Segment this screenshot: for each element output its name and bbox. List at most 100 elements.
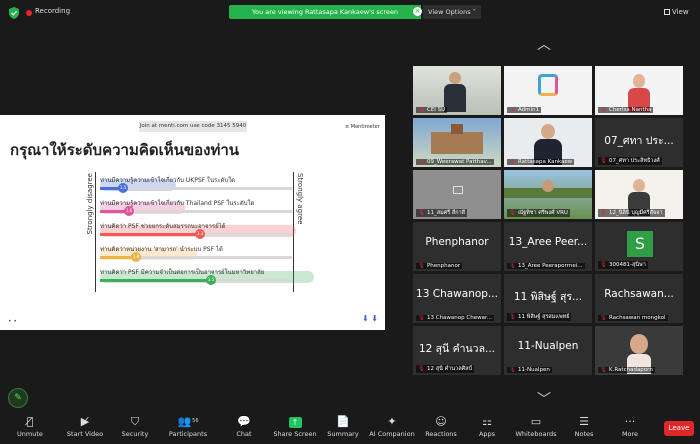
slide-title: กรุณาให้ระดับความคิดเห็นของท่าน xyxy=(10,141,240,159)
participant-name: 12_นิลินี บุญมีศรีสัจจา xyxy=(608,210,663,216)
mic-muted-icon: 🎙 xyxy=(509,159,516,165)
participant-tile[interactable]: 🎙 Cherlsa Nantha xyxy=(595,66,683,115)
mic-muted-icon: 🎙 xyxy=(509,263,516,269)
participant-display-name: 11 พิสิษฐ์ สุร... xyxy=(513,291,583,303)
participant-tile[interactable]: S 🎙 300481-สุนิษา xyxy=(595,222,683,271)
statement-row: ท่านคิดว่าหน่วยงาน 'สามารถ' นำระบบ PSF ไ… xyxy=(100,244,292,264)
chevron-up-icon[interactable]: ︿ xyxy=(537,34,551,54)
scale-fill xyxy=(100,279,212,282)
participant-tile[interactable]: 🎙 Rattasapa Kankaew xyxy=(504,118,592,167)
average-marker: 1.6 xyxy=(124,206,134,216)
participant-name: Phenphanor xyxy=(426,263,461,269)
participant-name-label: 🎙 Rachsawan mongkol xyxy=(598,315,668,321)
participant-name-label: 🎙 09_Weerawat Patthav... xyxy=(416,159,494,165)
participant-name-label: 🎙 11-Nualpen xyxy=(507,367,552,373)
unmute-button[interactable]: 🎙̸ Unmute xyxy=(0,414,60,438)
mic-muted-icon: 🎙 xyxy=(509,314,516,320)
participant-tile[interactable]: 07_ศทา ประ... 🎙 07_ศทา ประสิทธิวงศ์ xyxy=(595,118,683,167)
more-icon: ··· xyxy=(624,415,636,428)
participant-name-label: 🎙 12_นิลินี บุญมีศรีสัจจา xyxy=(598,209,665,217)
meeting-toolbar: 🎙̸ Unmute ▶̸ Start Video ⛉ Security 👥56 … xyxy=(0,412,700,444)
statement-row: ท่านคิดว่า PSF มีความจำเป็นต่อการเป็นอาจ… xyxy=(100,267,314,287)
average-marker: 1.5 xyxy=(118,183,128,193)
mic-muted-icon: 🎙 xyxy=(600,210,607,216)
grid-view-icon xyxy=(664,9,670,15)
recording-dot-icon xyxy=(26,10,32,16)
viewing-banner: You are viewing Rattasapa Kankaew's scre… xyxy=(229,5,421,19)
participant-name: K.Ratchadaporn xyxy=(608,367,653,373)
mic-muted-icon: 🎙 xyxy=(509,210,516,216)
participant-tile[interactable]: 12 สุนี คำนวล... 🎙 12 สุนี คำนวลศิลป์ xyxy=(413,326,501,375)
mic-muted-icon: 🎙 xyxy=(418,210,425,216)
participant-display-name: Phenphanor xyxy=(425,236,489,248)
participant-tile[interactable]: 🎙 09_Weerawat Patthav... xyxy=(413,118,501,167)
participant-display-name: 13 Chawanop... xyxy=(416,288,498,300)
scale-track xyxy=(100,279,292,282)
mic-muted-icon: 🎙 xyxy=(509,107,516,113)
top-bar: Recording You are viewing Rattasapa Kank… xyxy=(0,0,700,26)
mic-muted-icon: 🎙̸ xyxy=(26,415,34,428)
annotate-pen-icon[interactable]: ✎ xyxy=(8,388,28,408)
participant-name: 11-Nualpen xyxy=(517,367,550,373)
participants-button[interactable]: 👥56 Participants xyxy=(158,414,218,438)
participant-name: 13 Chawanop Chewar... xyxy=(426,315,492,321)
security-button[interactable]: ⛉ Security xyxy=(105,414,165,438)
participant-tile[interactable]: 🎙 12_นิลินี บุญมีศรีสัจจา xyxy=(595,170,683,219)
participant-tile[interactable]: 13 Chawanop... 🎙 13 Chawanop Chewar... xyxy=(413,274,501,323)
slide-join-code: Join at menti.com use code 3145 5940 xyxy=(139,121,247,132)
right-axis-label: Strongly agree xyxy=(296,173,304,225)
participant-display-name: 13_Aree Peer... xyxy=(508,236,588,248)
average-marker: 3.5 xyxy=(206,275,216,285)
statement-text: ท่านคิดว่า PSF ช่วยยกระดับสมรรถนะอาจารย์… xyxy=(100,223,226,230)
participant-name-label: 🎙 Cherlsa Nantha xyxy=(598,107,654,113)
participant-name: Cherlsa Nantha xyxy=(608,107,652,113)
participant-tile[interactable]: 🎙 K.Ratchadaporn xyxy=(595,326,683,375)
statement-row: ท่านมีความรู้ความเข้าใจเกี่ยวกับ UKPSF ใ… xyxy=(100,175,292,195)
banner-close-icon[interactable]: × xyxy=(413,7,422,16)
participant-tile[interactable]: Rachsawan... 🎙 Rachsawan mongkol xyxy=(595,274,683,323)
leave-button[interactable]: Leave xyxy=(664,421,694,436)
participant-tile[interactable]: 🎙 ณัฐทิชา ศรีพงศ์ VRU xyxy=(504,170,592,219)
scale-track xyxy=(100,256,292,259)
participant-name-label: 🎙 Admin1 xyxy=(507,107,542,113)
mic-muted-icon: 🎙 xyxy=(418,315,425,321)
statement-text: ท่านมีความรู้ความเข้าใจเกี่ยวกับ Thailan… xyxy=(100,200,255,207)
left-axis-label: Strongly disagree xyxy=(86,173,94,235)
view-button[interactable]: View xyxy=(672,8,689,16)
participant-tile[interactable]: 🎙 CEI SU xyxy=(413,66,501,115)
participant-name: 12 สุนี คำนวลศิลป์ xyxy=(426,366,472,372)
participant-tile[interactable]: 11 พิสิษฐ์ สุร... 🎙 11 พิสิษฐ์ สุรสมแพทย์ xyxy=(504,274,592,323)
participant-name: Admin1 xyxy=(517,107,540,113)
slide-controls-icon[interactable]: ⬇ ⬇ xyxy=(362,314,378,323)
participant-name-label: 🎙 CEI SU xyxy=(416,107,448,113)
view-options-button[interactable]: View Options ˅ xyxy=(423,5,481,19)
participant-name: ณัฐทิชา ศรีพงศ์ VRU xyxy=(517,210,568,216)
mic-muted-icon: 🎙 xyxy=(418,263,425,269)
participants-icon: 👥56 xyxy=(177,415,199,428)
participant-name-label: 🎙 13 Chawanop Chewar... xyxy=(416,315,494,321)
mic-muted-icon: 🎙 xyxy=(600,367,607,373)
participant-tile[interactable]: Phenphanor 🎙 Phenphanor xyxy=(413,222,501,271)
average-marker: 3.3 xyxy=(195,229,205,239)
participant-name: Rattasapa Kankaew xyxy=(517,159,573,165)
participant-name: Rachsawan mongkol xyxy=(608,315,666,321)
participant-tile[interactable]: 🎙 Admin1 xyxy=(504,66,592,115)
mentimeter-logo: ≡ Mentimeter xyxy=(345,124,380,130)
avatar: S xyxy=(627,231,653,257)
participant-tile[interactable]: 🎙 11_สมศรี สีกาสี xyxy=(413,170,501,219)
mic-muted-icon: 🎙 xyxy=(600,158,607,164)
participant-name: 07_ศทา ประสิทธิวงศ์ xyxy=(608,158,660,164)
average-marker: 1.8 xyxy=(131,252,141,262)
mic-muted-icon: 🎙 xyxy=(418,107,425,113)
participant-tile[interactable]: 11-Nualpen 🎙 11-Nualpen xyxy=(504,326,592,375)
participant-name: 300481-สุนิษา xyxy=(608,262,646,268)
participant-name-label: 🎙 Rattasapa Kankaew xyxy=(507,159,575,165)
participant-display-name: Rachsawan... xyxy=(604,288,674,300)
shield-icon[interactable] xyxy=(8,7,20,19)
left-axis: Strongly disagree xyxy=(86,173,98,273)
participant-name-label: 🎙 13_Aree Peeraporrnei... xyxy=(507,263,585,269)
mic-muted-icon: 🎙 xyxy=(418,366,425,372)
chevron-down-icon[interactable]: ﹀ xyxy=(537,389,551,409)
more-button[interactable]: ··· More xyxy=(600,414,660,438)
participant-tile[interactable]: 13_Aree Peer... 🎙 13_Aree Peeraporrnei... xyxy=(504,222,592,271)
